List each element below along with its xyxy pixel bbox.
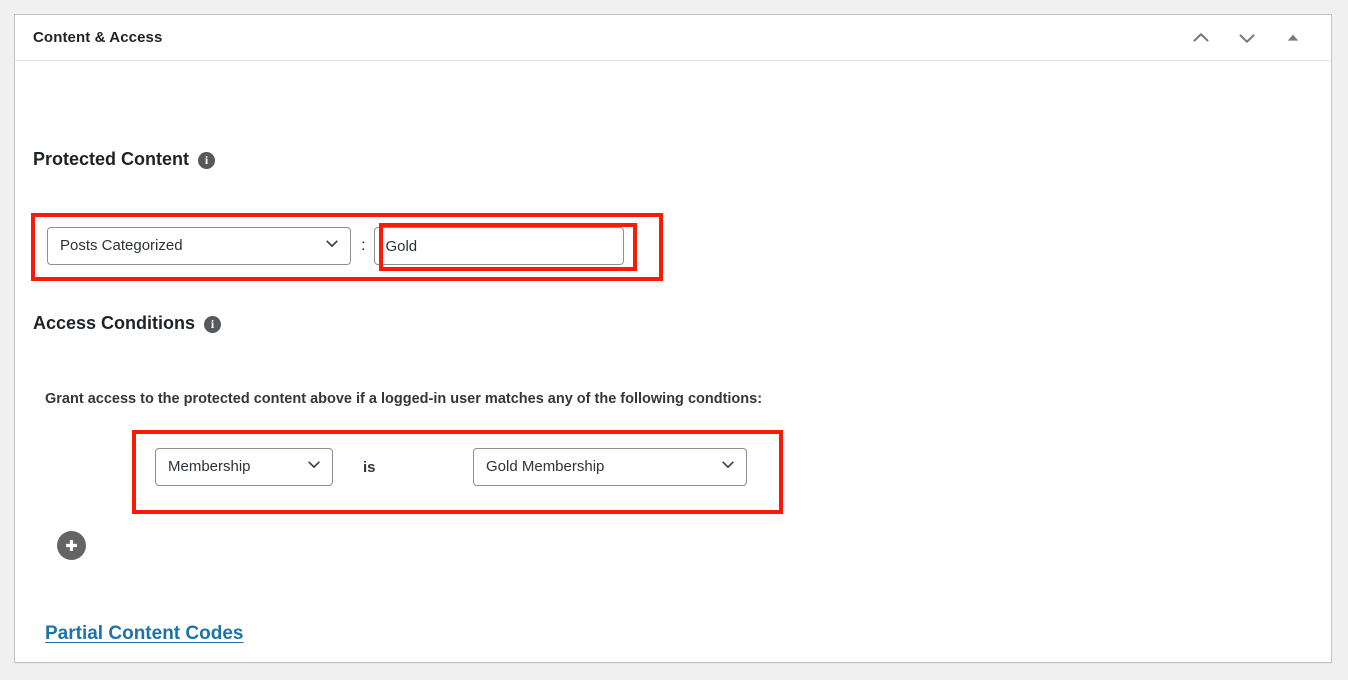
add-condition-button[interactable] bbox=[57, 531, 86, 560]
rule-separator: : bbox=[361, 237, 366, 254]
condition-object-select[interactable]: Gold Membership bbox=[473, 448, 747, 486]
rule-value-input[interactable] bbox=[374, 227, 625, 265]
page-title: Content & Access bbox=[33, 29, 163, 46]
plus-icon bbox=[66, 540, 77, 551]
protected-content-heading: Protected Content i bbox=[33, 149, 216, 170]
protected-content-heading-label: Protected Content bbox=[33, 149, 190, 169]
rule-type-select-wrapper: Posts Categorized bbox=[47, 227, 351, 265]
rule-type-select[interactable]: Posts Categorized bbox=[47, 227, 351, 265]
protected-content-rule-row: Posts Categorized : bbox=[47, 227, 625, 265]
partial-content-codes-link[interactable]: Partial Content Codes bbox=[45, 623, 243, 645]
collapse-panel-icon[interactable] bbox=[1281, 26, 1305, 50]
info-icon[interactable]: i bbox=[204, 316, 222, 333]
condition-subject-select-wrapper: Membership bbox=[155, 448, 333, 486]
condition-object-select-wrapper: Gold Membership bbox=[473, 448, 747, 486]
condition-operator-label: is bbox=[363, 458, 376, 476]
move-up-icon[interactable] bbox=[1189, 26, 1213, 50]
content-access-panel: Content & Access Protected Content i Pos… bbox=[14, 14, 1332, 663]
condition-subject-select[interactable]: Membership bbox=[155, 448, 333, 486]
info-icon[interactable]: i bbox=[198, 152, 216, 169]
move-down-icon[interactable] bbox=[1235, 26, 1259, 50]
panel-header: Content & Access bbox=[15, 15, 1331, 61]
access-conditions-heading: Access Conditions i bbox=[33, 313, 222, 334]
access-conditions-description: Grant access to the protected content ab… bbox=[45, 391, 763, 407]
condition-row: Membership is Gold Membership bbox=[155, 448, 747, 486]
panel-header-actions bbox=[1189, 26, 1319, 50]
access-conditions-heading-label: Access Conditions bbox=[33, 313, 196, 333]
